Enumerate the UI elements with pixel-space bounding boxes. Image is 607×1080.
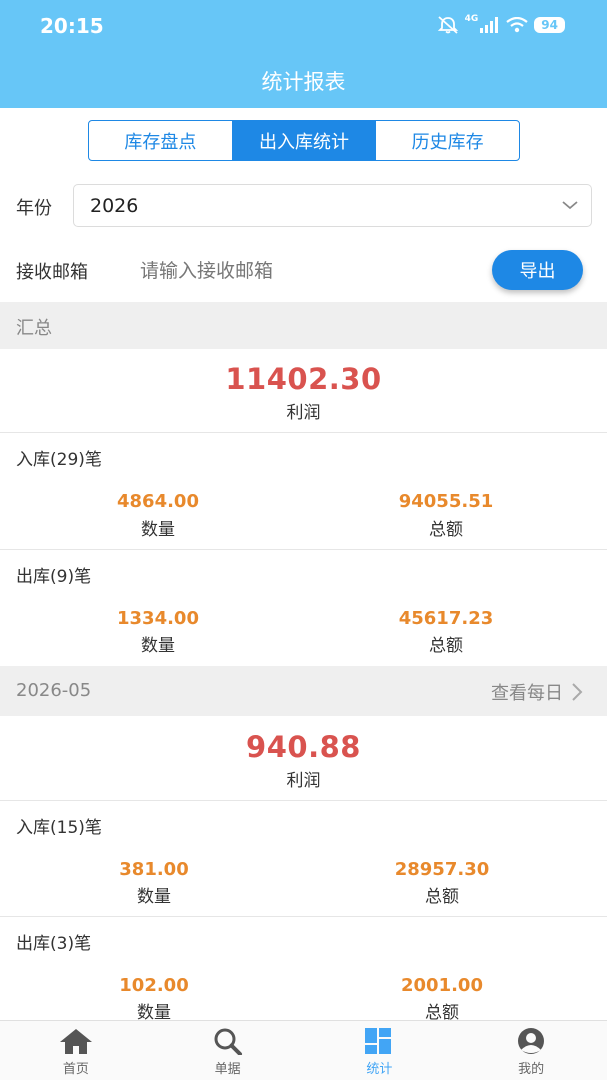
user-icon	[518, 1028, 545, 1054]
summary-inbound-amount: 94055.51	[398, 491, 494, 512]
page-title: 统计报表	[261, 70, 346, 94]
nav-home-label: 首页	[62, 1062, 89, 1077]
tab-inventory-check[interactable]: 库存盘点	[89, 121, 232, 160]
nav-profile-label: 我的	[518, 1062, 545, 1077]
email-label: 接收邮箱	[16, 262, 88, 283]
divider	[0, 549, 607, 550]
month-outbound-amount: 2001.00	[401, 975, 483, 996]
grid-icon	[365, 1028, 392, 1054]
month-header: 2026-05 查看每日	[0, 666, 607, 716]
month-title: 2026-05	[16, 680, 92, 701]
view-daily-link[interactable]: 查看每日	[491, 679, 583, 705]
year-label: 年份	[16, 198, 52, 219]
summary-inbound-quantity-label: 数量	[141, 520, 175, 540]
nav-stats-label: 统计	[366, 1062, 393, 1077]
summary-profit-label: 利润	[286, 403, 321, 423]
wifi-icon	[506, 17, 528, 33]
signal-icon	[480, 17, 499, 33]
nav-stats[interactable]: 统计	[304, 1021, 456, 1080]
status-time: 20:15	[40, 14, 104, 38]
year-value: 2026	[90, 194, 139, 217]
tab-inout-stats[interactable]: 出入库统计	[231, 121, 376, 160]
summary-inbound-title: 入库(29)笔	[16, 450, 102, 470]
month-outbound-title: 出库(3)笔	[16, 934, 92, 954]
month-inbound-amount: 28957.30	[394, 859, 490, 880]
summary-outbound-quantity-label: 数量	[141, 636, 175, 656]
network-type: 4G	[464, 14, 479, 24]
status-icons: 4G 94	[437, 14, 565, 34]
month-profit-value: 940.88	[246, 730, 361, 764]
summary-profit-value: 11402.30	[225, 362, 382, 396]
summary-inbound-quantity: 4864.00	[117, 491, 199, 512]
month-inbound-amount-label: 总额	[425, 887, 459, 907]
app-header: 20:15 4G 94 统计报表	[0, 0, 607, 108]
segment-tabs: 库存盘点 出入库统计 历史库存	[88, 120, 520, 161]
divider	[0, 432, 607, 433]
summary-outbound-title: 出库(9)笔	[16, 567, 92, 587]
month-outbound-quantity: 102.00	[119, 975, 189, 996]
divider	[0, 916, 607, 917]
email-input[interactable]: 请输入接收邮箱	[140, 256, 273, 283]
summary-title: 汇总	[16, 318, 52, 339]
summary-header: 汇总	[0, 302, 607, 349]
bottom-nav: 首页 单据 统计 我的	[0, 1020, 607, 1080]
chevron-down-icon	[562, 201, 578, 210]
nav-home[interactable]: 首页	[0, 1021, 152, 1080]
month-inbound-quantity: 381.00	[119, 859, 189, 880]
home-icon	[59, 1029, 92, 1054]
summary-outbound-amount-label: 总额	[429, 636, 463, 656]
export-button[interactable]: 导出	[492, 250, 583, 290]
mute-icon	[437, 16, 458, 34]
view-daily-label: 查看每日	[491, 683, 563, 704]
summary-outbound-quantity: 1334.00	[117, 608, 199, 629]
nav-documents[interactable]: 单据	[152, 1021, 304, 1080]
nav-documents-label: 单据	[214, 1062, 241, 1077]
month-inbound-title: 入库(15)笔	[16, 818, 102, 838]
year-select[interactable]: 2026	[73, 184, 592, 227]
month-inbound-quantity-label: 数量	[137, 887, 171, 907]
tab-history-stock[interactable]: 历史库存	[375, 121, 519, 160]
search-icon	[214, 1028, 242, 1055]
divider	[0, 800, 607, 801]
summary-outbound-amount: 45617.23	[398, 608, 494, 629]
nav-profile[interactable]: 我的	[455, 1021, 607, 1080]
month-profit-label: 利润	[286, 771, 321, 791]
battery-level: 94	[534, 17, 565, 33]
summary-inbound-amount-label: 总额	[429, 520, 463, 540]
chevron-right-icon	[572, 683, 583, 701]
